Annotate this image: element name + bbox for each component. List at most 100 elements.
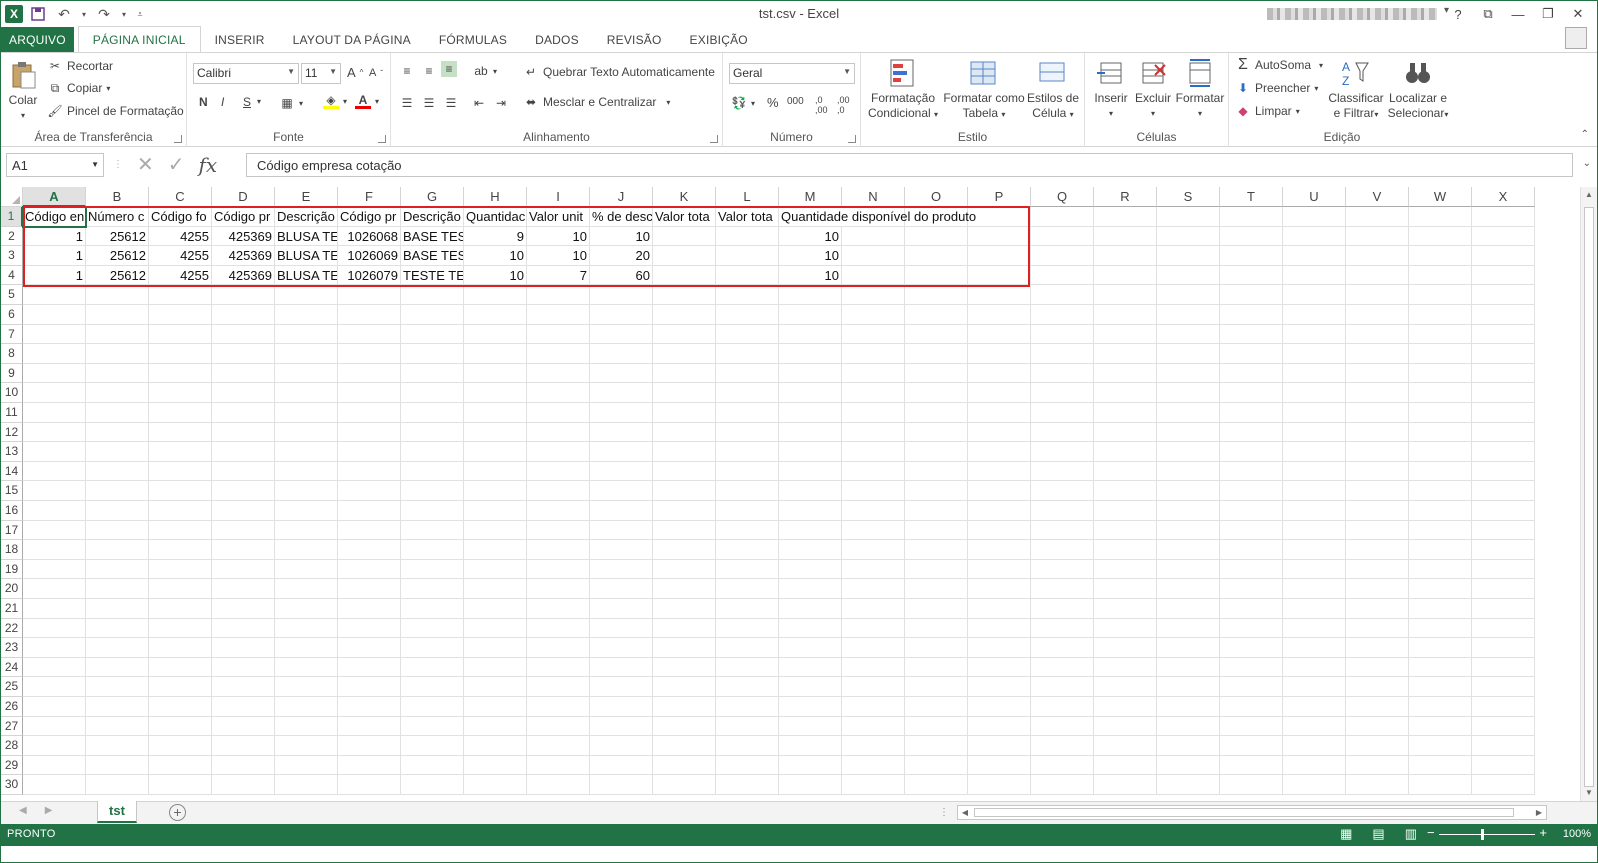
cell-o22[interactable] (905, 618, 968, 639)
cell-d17[interactable] (212, 520, 275, 541)
cell-b18[interactable] (86, 540, 149, 560)
cell-j2[interactable]: 10 (590, 226, 653, 247)
cell-f15[interactable] (338, 481, 401, 501)
cell-r1[interactable] (1094, 207, 1157, 227)
cell-l16[interactable] (716, 501, 779, 521)
cell-f1[interactable]: Código pr (338, 207, 401, 227)
cell-j26[interactable] (590, 697, 653, 717)
cell-h14[interactable] (464, 461, 527, 482)
cell-p30[interactable] (968, 775, 1031, 795)
cell-f5[interactable] (338, 285, 401, 305)
cell-o27[interactable] (905, 716, 968, 737)
cell-g9[interactable] (401, 363, 464, 384)
vertical-dots-icon[interactable]: ⋮ (113, 159, 123, 170)
cell-d6[interactable] (212, 305, 275, 325)
column-header-j[interactable]: J (590, 187, 653, 207)
cell-i29[interactable] (527, 755, 590, 776)
fill-color-button[interactable]: ◈ ▾ (323, 93, 347, 109)
cell-f8[interactable] (338, 344, 401, 364)
cell-v20[interactable] (1346, 579, 1409, 599)
row-header-20[interactable]: 20 (1, 579, 23, 599)
cell-c30[interactable] (149, 775, 212, 795)
cell-h28[interactable] (464, 736, 527, 756)
cell-f27[interactable] (338, 716, 401, 737)
cell-q14[interactable] (1031, 461, 1094, 482)
cell-m14[interactable] (779, 461, 842, 482)
cell-h11[interactable] (464, 403, 527, 423)
row-header-6[interactable]: 6 (1, 305, 23, 325)
row-header-16[interactable]: 16 (1, 501, 23, 521)
cell-o16[interactable] (905, 501, 968, 521)
cell-g23[interactable] (401, 638, 464, 658)
cell-k28[interactable] (653, 736, 716, 756)
row-header-13[interactable]: 13 (1, 442, 23, 462)
cell-p27[interactable] (968, 716, 1031, 737)
cell-u3[interactable] (1283, 246, 1346, 266)
row-header-22[interactable]: 22 (1, 618, 23, 639)
cell-t3[interactable] (1220, 246, 1283, 266)
cell-w23[interactable] (1409, 638, 1472, 658)
cell-t13[interactable] (1220, 442, 1283, 462)
cell-w4[interactable] (1409, 265, 1472, 286)
cell-k25[interactable] (653, 677, 716, 697)
cell-d7[interactable] (212, 324, 275, 345)
cell-x21[interactable] (1472, 599, 1535, 619)
cell-d24[interactable] (212, 657, 275, 678)
cell-w16[interactable] (1409, 501, 1472, 521)
cell-a3[interactable]: 1 (23, 246, 86, 266)
cell-v28[interactable] (1346, 736, 1409, 756)
cell-o9[interactable] (905, 363, 968, 384)
cell-h6[interactable] (464, 305, 527, 325)
cell-a12[interactable] (23, 422, 86, 443)
cell-c28[interactable] (149, 736, 212, 756)
dialog-launcher-icon[interactable] (710, 135, 718, 143)
cell-e14[interactable] (275, 461, 338, 482)
find-select-button[interactable]: Localizar e Selecionar▾ (1385, 57, 1451, 122)
cell-u24[interactable] (1283, 657, 1346, 678)
cell-g30[interactable] (401, 775, 464, 795)
cell-w1[interactable] (1409, 207, 1472, 227)
cell-s9[interactable] (1157, 363, 1220, 384)
accounting-format-button[interactable]: 💱 ▾ (731, 95, 756, 111)
cell-b22[interactable] (86, 618, 149, 639)
cell-b16[interactable] (86, 501, 149, 521)
cell-r21[interactable] (1094, 599, 1157, 619)
cell-w2[interactable] (1409, 226, 1472, 247)
cell-q13[interactable] (1031, 442, 1094, 462)
page-break-view-icon[interactable]: ▥ (1405, 826, 1417, 842)
cell-t17[interactable] (1220, 520, 1283, 541)
underline-button[interactable]: S (243, 95, 251, 109)
cell-d26[interactable] (212, 697, 275, 717)
cell-x10[interactable] (1472, 383, 1535, 403)
cell-p5[interactable] (968, 285, 1031, 305)
cell-i15[interactable] (527, 481, 590, 501)
cell-w26[interactable] (1409, 697, 1472, 717)
cell-h18[interactable] (464, 540, 527, 560)
cell-o8[interactable] (905, 344, 968, 364)
cell-e21[interactable] (275, 599, 338, 619)
cell-g18[interactable] (401, 540, 464, 560)
cell-w25[interactable] (1409, 677, 1472, 697)
cell-m29[interactable] (779, 755, 842, 776)
cell-h8[interactable] (464, 344, 527, 364)
cell-k23[interactable] (653, 638, 716, 658)
tab-layout[interactable]: LAYOUT DA PÁGINA (279, 27, 425, 52)
cell-i12[interactable] (527, 422, 590, 443)
cell-l17[interactable] (716, 520, 779, 541)
cell-k14[interactable] (653, 461, 716, 482)
collapse-ribbon-icon[interactable]: ⌃ (1581, 129, 1589, 140)
cell-a15[interactable] (23, 481, 86, 501)
column-header-l[interactable]: L (716, 187, 779, 207)
cell-f24[interactable] (338, 657, 401, 678)
paste-button[interactable]: Colar ▾ (5, 59, 41, 123)
cell-w8[interactable] (1409, 344, 1472, 364)
cell-w17[interactable] (1409, 520, 1472, 541)
dialog-launcher-icon[interactable] (174, 135, 182, 143)
column-header-v[interactable]: V (1346, 187, 1409, 207)
cell-n5[interactable] (842, 285, 905, 305)
cell-s21[interactable] (1157, 599, 1220, 619)
cell-u12[interactable] (1283, 422, 1346, 443)
cell-q2[interactable] (1031, 226, 1094, 247)
cell-e3[interactable]: BLUSA TEF (275, 246, 338, 266)
row-header-24[interactable]: 24 (1, 657, 23, 678)
